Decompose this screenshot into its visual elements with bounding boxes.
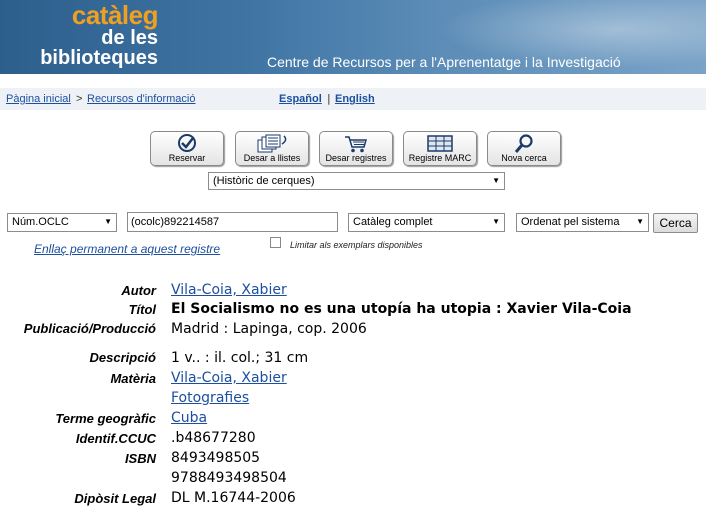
subject-label: Matèria: [110, 371, 156, 386]
description-value: 1 v.. : il. col.; 31 cm: [171, 350, 309, 366]
sort-select[interactable]: Ordenat pel sistema ▼: [516, 213, 649, 232]
breadcrumb-home-link[interactable]: Pàgina inicial: [6, 93, 71, 105]
ccuc-id-value: .b48677280: [171, 430, 256, 446]
search-button[interactable]: Cerca: [653, 213, 698, 233]
sort-value: Ordenat pel sistema: [521, 216, 620, 228]
lang-spanish-link[interactable]: Español: [279, 93, 322, 105]
marc-record-label: Registre MARC: [408, 153, 472, 163]
description-label: Descripció: [89, 350, 156, 365]
lang-separator: |: [327, 92, 331, 105]
breadcrumb-resources-link[interactable]: Recursos d'informació: [87, 93, 195, 105]
scope-select[interactable]: Catàleg complet ▼: [348, 213, 505, 232]
lang-english-link[interactable]: English: [335, 93, 375, 105]
subject-link-1[interactable]: Vila-Coia, Xabier: [171, 370, 287, 386]
logo-line-2: de les: [101, 27, 158, 49]
publication-value: Madrid : Lapinga, cop. 2006: [171, 321, 367, 337]
search-input[interactable]: (ocolc)892214587: [127, 212, 338, 232]
new-search-button[interactable]: Nova cerca: [487, 131, 561, 166]
legal-deposit-value: DL M.16744-2006: [171, 490, 296, 506]
search-type-value: Núm.OCLC: [12, 216, 69, 228]
marc-record-button[interactable]: Registre MARC: [403, 131, 477, 166]
chevron-down-icon: ▼: [636, 217, 644, 226]
checkmark-icon: [151, 134, 223, 154]
chevron-down-icon: ▼: [492, 176, 500, 185]
save-records-button[interactable]: Desar registres: [319, 131, 393, 166]
geographic-term-link[interactable]: Cuba: [171, 410, 207, 426]
ccuc-id-label: Identif.CCUC: [75, 431, 156, 446]
search-history-value: (Històric de cerques): [213, 175, 315, 187]
chevron-down-icon: ▼: [492, 217, 500, 226]
reserve-label: Reservar: [168, 153, 206, 163]
breadcrumb-bar: Pàgina inicial > Recursos d'informació E…: [0, 88, 706, 110]
title-value: El Socialismo no es una utopía ha utopia…: [171, 301, 632, 317]
author-label: Autor: [121, 283, 156, 298]
logo-line-1: catàleg: [71, 0, 159, 30]
reserve-button[interactable]: Reservar: [150, 131, 224, 166]
scope-value: Catàleg complet: [353, 216, 433, 228]
isbn-value-2: 9788493498504: [171, 470, 287, 486]
search-history-select[interactable]: (Històric de cerques) ▼: [208, 172, 505, 190]
save-records-label: Desar registres: [325, 153, 387, 163]
breadcrumb-separator: >: [76, 93, 83, 105]
magnifier-icon: [488, 134, 560, 154]
documents-icon: [236, 134, 308, 154]
isbn-label: ISBN: [124, 451, 156, 466]
cart-icon: [320, 134, 392, 154]
logo-line-3: biblioteques: [40, 47, 158, 69]
author-link[interactable]: Vila-Coia, Xabier: [171, 282, 287, 298]
banner-subtitle: Centre de Recursos per a l'Aprenentatge …: [267, 54, 621, 70]
save-to-lists-button[interactable]: Desar a llistes: [235, 131, 309, 166]
geographic-term-label: Terme geogràfic: [55, 411, 156, 426]
publication-label: Publicació/Producció: [23, 321, 156, 336]
header-banner: catàleg de les biblioteques Centre de Re…: [0, 0, 706, 74]
isbn-value-1: 8493498505: [171, 450, 261, 466]
subject-link-2[interactable]: Fotografies: [171, 390, 249, 406]
limit-available-checkbox[interactable]: [270, 237, 281, 248]
permalink-link[interactable]: Enllaç permanent a aquest registre: [34, 242, 220, 256]
search-type-select[interactable]: Núm.OCLC ▼: [7, 213, 117, 232]
save-to-lists-label: Desar a llistes: [243, 153, 301, 163]
title-label: Títol: [128, 302, 156, 317]
limit-available-label: Limitar als exemplars disponibles: [290, 240, 423, 250]
catalog-logo[interactable]: catàleg de les biblioteques: [20, 2, 158, 68]
marc-grid-icon: [404, 134, 476, 154]
new-search-label: Nova cerca: [501, 153, 547, 163]
chevron-down-icon: ▼: [104, 217, 112, 226]
legal-deposit-label: Dipòsit Legal: [74, 491, 156, 506]
